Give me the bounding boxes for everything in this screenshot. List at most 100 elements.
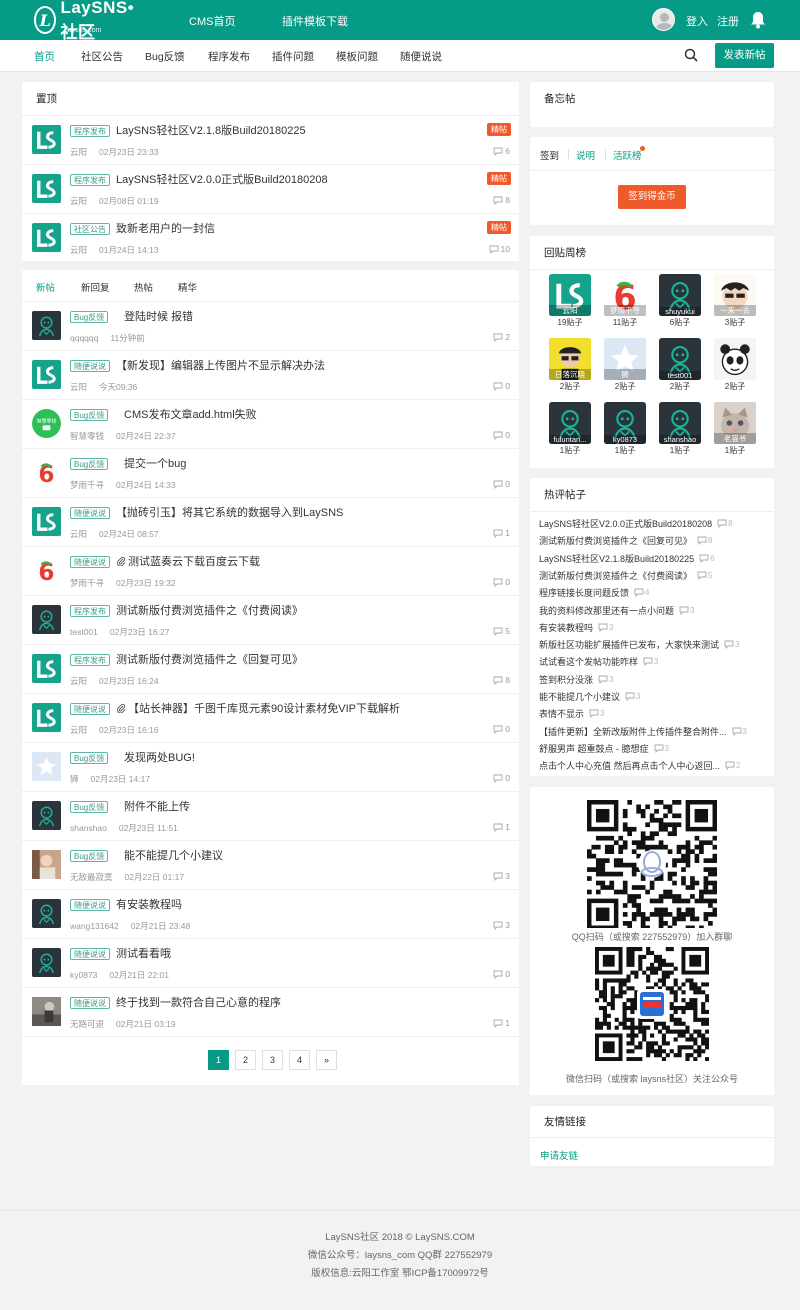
hot-post-title[interactable]: LaySNS轻社区V2.0.0正式版Build20180208 [539, 517, 712, 530]
author-avatar[interactable] [32, 997, 61, 1026]
hot-post-title[interactable]: 表情不显示 [539, 707, 584, 720]
hot-post-item[interactable]: 能不能提几个小建议 3 [539, 690, 640, 703]
author-avatar[interactable] [32, 948, 61, 977]
category-tag[interactable]: Bug反馈 [70, 801, 109, 813]
rank-user[interactable]: shuyukui 6贴子 [658, 274, 702, 328]
author-avatar[interactable] [32, 703, 61, 732]
rank-avatar[interactable]: 6 梦雨千寻 [604, 274, 646, 316]
rank-avatar[interactable]: 云阳 [549, 274, 591, 316]
rank-avatar[interactable]: shuyukui [659, 274, 701, 316]
hot-post-item[interactable]: 程序链接长度问题反馈 4 [539, 586, 649, 599]
hot-post-title[interactable]: LaySNS轻社区V2.1.8版Build20180225 [539, 552, 694, 565]
post-author[interactable]: 云阳 [70, 676, 87, 686]
search-icon[interactable] [684, 48, 698, 62]
category-tag[interactable]: 随便说说 [70, 703, 110, 715]
post-author[interactable]: 智慧零钱 [70, 431, 104, 441]
post-row[interactable]: 随便说说 【站长神器】千图千库觅元素90设计素材免VIP下载解析 云阳 02月23日 … [22, 694, 519, 743]
post-title[interactable]: 终于找到一款符合自己心意的程序 [116, 994, 281, 1010]
topnav-plugin-download[interactable]: 插件模板下载 [282, 13, 348, 29]
rank-user[interactable]: shanshao 1贴子 [658, 402, 702, 456]
post-author[interactable]: ky0873 [70, 970, 97, 980]
hot-post-title[interactable]: 舒服男声 超重鼓点 - 臆想症 [539, 742, 649, 755]
rank-avatar[interactable]: 狮 [604, 338, 646, 380]
hot-post-title[interactable]: 【插件更新】全新改版附件上传插件整合附件... [539, 725, 727, 738]
post-row[interactable]: Bug反馈 附件不能上传 shanshao 02月23日 11:51 1 [22, 792, 519, 841]
post-author[interactable]: 无敌最寂寞 [70, 872, 113, 882]
pinned-post-row[interactable]: 程序发布 LaySNS轻社区V2.0.0正式版Build20180208 云阳 02月… [22, 165, 519, 214]
sign-tab-checkin[interactable]: 签到 [540, 148, 559, 162]
author-avatar[interactable] [32, 801, 61, 830]
post-author[interactable]: test001 [70, 627, 98, 637]
rank-user[interactable]: test001 2贴子 [658, 338, 702, 392]
post-author[interactable]: shanshao [70, 823, 107, 833]
pinned-post-row[interactable]: 社区公告 致新老用户的一封信 云阳 01月24日 14:13 10 精帖 [22, 214, 519, 263]
rank-avatar[interactable]: test001 [659, 338, 701, 380]
hot-post-item[interactable]: 表情不显示 3 [539, 707, 604, 720]
login-link[interactable]: 登入 [686, 13, 708, 29]
hot-post-title[interactable]: 签到积分没涨 [539, 673, 593, 686]
author-avatar[interactable] [32, 125, 61, 154]
category-tag[interactable]: 随便说说 [70, 899, 110, 911]
post-title[interactable]: 测试新版付费浏览插件之《回复可见》 [116, 651, 303, 667]
category-tag[interactable]: 程序发布 [70, 174, 110, 186]
rank-avatar[interactable]: 日落沉晓 [549, 338, 591, 380]
nav-bug-feedback[interactable]: Bug反馈 [145, 49, 185, 64]
pinned-post-row[interactable]: 程序发布 LaySNS轻社区V2.1.8版Build20180225 云阳 02月23… [22, 116, 519, 165]
post-title[interactable]: LaySNS轻社区V2.1.8版Build20180225 [116, 122, 306, 138]
hot-post-item[interactable]: LaySNS轻社区V2.0.0正式版Build20180208 8 [539, 517, 733, 530]
post-row[interactable]: 程序发布 测试新版付费浏览插件之《回复可见》 云阳 02月23日 16:24 8 [22, 645, 519, 694]
post-title[interactable]: 【新发现】编辑器上传图片不显示解决办法 [116, 357, 325, 373]
author-avatar[interactable] [32, 899, 61, 928]
category-tag[interactable]: 随便说说 [70, 556, 110, 568]
tab-new-replies[interactable]: 新回复 [81, 280, 110, 294]
hot-post-title[interactable]: 点击个人中心充值 然后再点击个人中心返回... [539, 759, 720, 772]
author-avatar[interactable] [32, 311, 61, 340]
hot-post-title[interactable]: 程序链接长度问题反馈 [539, 586, 629, 599]
rank-user[interactable]: 一来一去 3贴子 [713, 274, 757, 328]
category-tag[interactable]: 随便说说 [70, 507, 110, 519]
page-next[interactable]: » [316, 1050, 337, 1070]
new-post-button[interactable]: 发表新帖 [715, 43, 774, 68]
hot-post-item[interactable]: LaySNS轻社区V2.1.8版Build20180225 6 [539, 552, 715, 565]
page-1[interactable]: 1 [208, 1050, 229, 1070]
post-author[interactable]: 云阳 [70, 245, 87, 255]
hot-post-item[interactable]: 测试新版付费浏览插件之《回复可见》 8 [539, 534, 712, 547]
post-row[interactable]: Bug反馈 能不能提几个小建议 无敌最寂寞 02月22日 01:17 3 [22, 841, 519, 890]
hot-post-title[interactable]: 新版社区功能扩展插件已发布，大家快来测试 [539, 638, 719, 651]
nav-template-issues[interactable]: 模板问题 [336, 49, 378, 64]
post-row[interactable]: 智慧零钱 Bug反馈 CMS发布文章add.html失败 智慧零钱 02月24日 22:… [22, 400, 519, 449]
tab-new-posts[interactable]: 新帖 [36, 280, 55, 294]
post-row[interactable]: 6 Bug反馈 提交一个bug 梦雨千寻 02月24日 14:33 0 [22, 449, 519, 498]
category-tag[interactable]: 程序发布 [70, 605, 110, 617]
hot-post-item[interactable]: 我的资料修改那里还有一点小问题 3 [539, 604, 694, 617]
sign-tab-active-rank[interactable]: 活跃榜 [613, 148, 642, 162]
post-title[interactable]: 附件不能上传 [124, 798, 190, 814]
category-tag[interactable]: 程序发布 [70, 654, 110, 666]
topnav-cms-home[interactable]: CMS首页 [189, 13, 235, 29]
site-logo[interactable]: L LaySNS•社区 Laysns.com [34, 0, 144, 42]
author-avatar[interactable] [32, 174, 61, 203]
category-tag[interactable]: Bug反馈 [70, 311, 109, 323]
post-row[interactable]: 随便说说 终于找到一款符合自己心意的程序 无路可退 02月21日 03:19 1 [22, 988, 519, 1037]
post-title[interactable]: 测试看看哦 [116, 945, 171, 961]
post-title[interactable]: CMS发布文章add.html失败 [124, 406, 257, 422]
post-title[interactable]: 有安装教程吗 [116, 896, 182, 912]
author-avatar[interactable]: 6 [32, 458, 61, 488]
author-avatar[interactable] [32, 752, 61, 781]
post-author[interactable]: 梦雨千寻 [70, 578, 104, 588]
category-tag[interactable]: Bug反馈 [70, 850, 109, 862]
nav-casual-talk[interactable]: 随便说说 [400, 49, 442, 64]
rank-user[interactable]: 云阳 19贴子 [548, 274, 592, 328]
hot-post-title[interactable]: 试试看这个发帖功能咋样 [539, 655, 638, 668]
post-title[interactable]: LaySNS轻社区V2.0.0正式版Build20180208 [116, 171, 328, 187]
post-author[interactable]: 无路可退 [70, 1019, 104, 1029]
hot-post-title[interactable]: 我的资料修改那里还有一点小问题 [539, 604, 674, 617]
post-row[interactable]: 随便说说 测试看看哦 ky0873 02月21日 22:01 0 [22, 939, 519, 988]
author-avatar[interactable]: 6 [32, 556, 61, 586]
post-author[interactable]: wang131642 [70, 921, 119, 931]
checkin-button[interactable]: 签到得金币 [618, 185, 686, 209]
hot-post-item[interactable]: 【插件更新】全新改版附件上传插件整合附件... 3 [539, 725, 747, 738]
post-row[interactable]: Bug反馈 登陆时候 报错 qqqqqq 11分钟前 2 [22, 302, 519, 351]
author-avatar[interactable]: 智慧零钱 [32, 409, 61, 438]
author-avatar[interactable] [32, 223, 61, 252]
